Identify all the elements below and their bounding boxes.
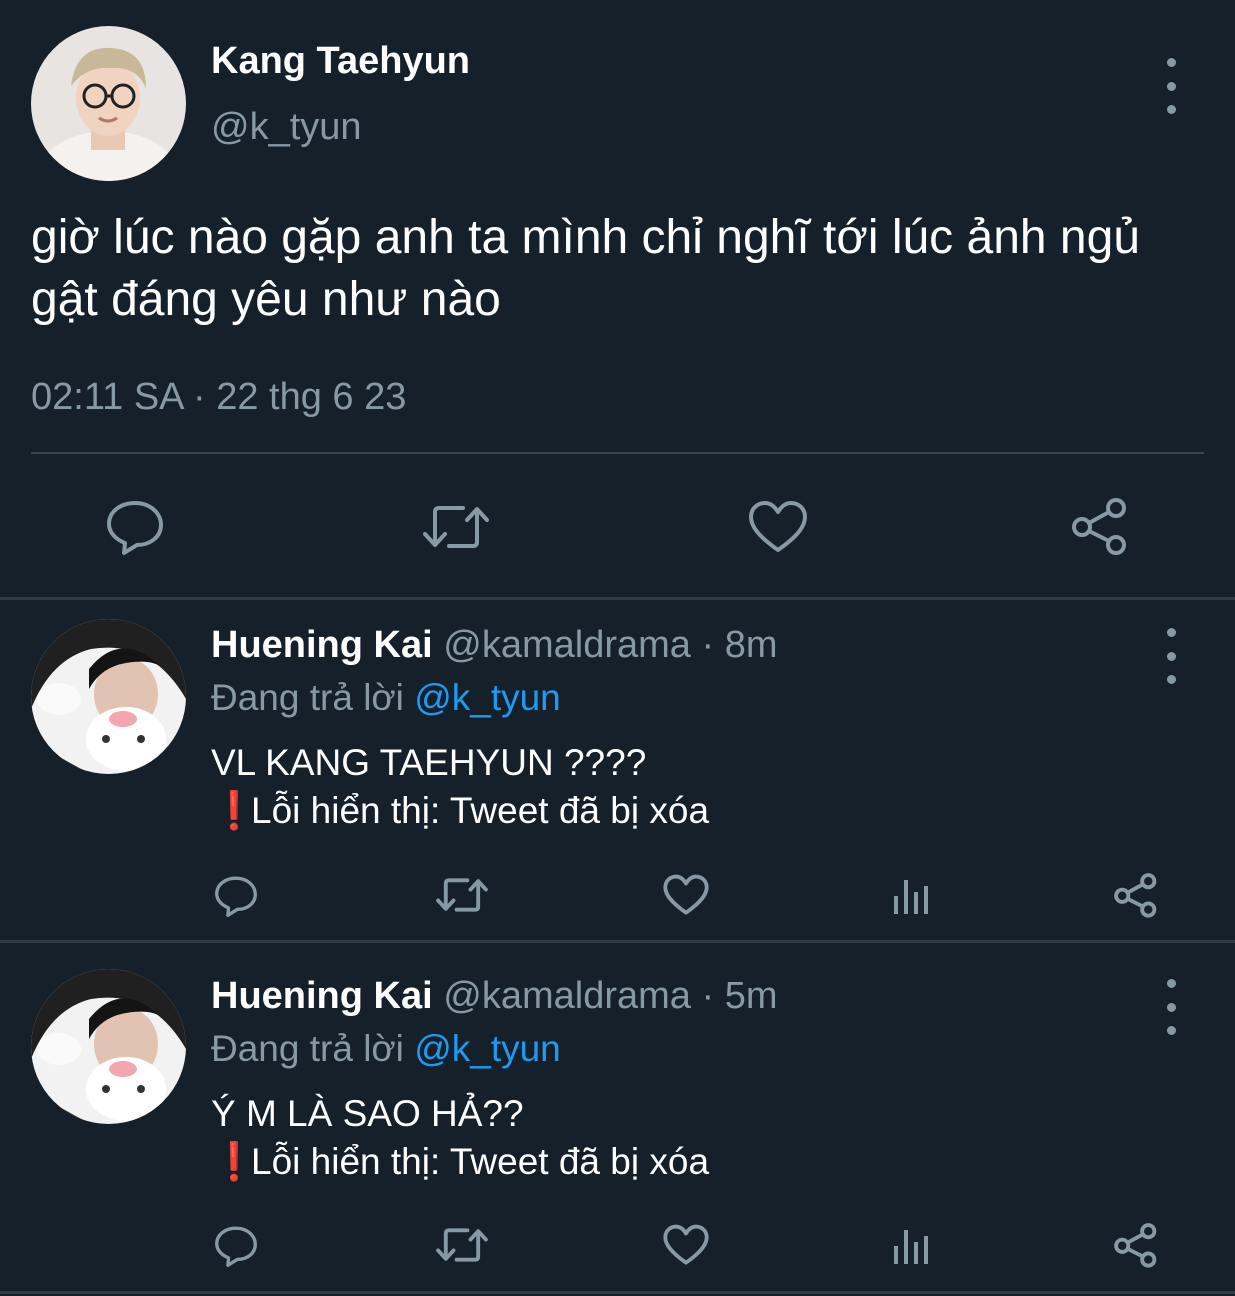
reply-author-name[interactable]: Huening Kai [211,624,433,666]
analytics-icon[interactable] [891,1226,931,1266]
reply-time[interactable]: 8m [725,624,778,666]
reply-line: Ý M LÀ SAO HẢ?? [211,1093,524,1134]
tweet-timestamp[interactable]: 02:11 SA · 22 thg 6 23 [31,376,406,419]
divider [0,1291,1235,1294]
share-icon[interactable] [1070,496,1130,556]
more-options-icon[interactable] [1156,628,1186,684]
tweet-text: giờ lúc nào gặp anh ta mình chỉ nghĩ tới… [31,211,1141,326]
reply-icon[interactable] [213,873,259,919]
reply-time[interactable]: 5m [725,975,778,1017]
replying-to: Đang trả lời @k_tyun [211,677,561,719]
mention-link[interactable]: @k_tyun [414,677,561,718]
like-icon[interactable] [663,874,709,916]
reply-icon[interactable] [213,1223,259,1269]
author-handle[interactable]: @k_tyun [211,106,362,149]
reply-line: VL KANG TAEHYUN ???? [211,742,647,783]
reply-author-name[interactable]: Huening Kai [211,975,433,1017]
more-options-icon[interactable] [1156,58,1186,114]
reply-author-handle[interactable]: @kamaldrama [443,624,691,666]
retweet-icon[interactable] [421,500,491,554]
divider [31,452,1204,454]
retweet-icon[interactable] [435,1224,489,1266]
replying-to: Đang trả lời @k_tyun [211,1028,561,1070]
share-icon[interactable] [1113,1222,1159,1268]
exclamation-icon: ❗ [211,1141,258,1182]
retweet-icon[interactable] [435,874,489,916]
author-name[interactable]: Kang Taehyun [211,40,470,83]
reply-icon[interactable] [104,497,166,557]
reply-author-handle[interactable]: @kamaldrama [443,975,691,1017]
like-icon[interactable] [748,500,808,554]
author-avatar[interactable] [31,26,186,181]
share-icon[interactable] [1113,872,1159,918]
reply-text: VL KANG TAEHYUN ???? ❗Lỗi hiển thị: Twee… [211,739,709,835]
divider [0,940,1235,943]
like-icon[interactable] [663,1224,709,1266]
reply-error-text: Lỗi hiển thị: Tweet đã bị xóa [251,790,710,831]
reply-avatar[interactable] [31,969,186,1124]
separator: · [690,624,725,666]
more-options-icon[interactable] [1156,979,1186,1035]
reply-error-text: Lỗi hiển thị: Tweet đã bị xóa [251,1141,710,1182]
divider [0,597,1235,600]
exclamation-icon: ❗ [211,790,258,831]
replying-to-label: Đang trả lời [211,1028,415,1069]
replying-to-label: Đang trả lời [211,677,415,718]
reply-header: Huening Kai @kamaldrama · 5m [211,975,777,1018]
separator: · [690,975,725,1017]
analytics-icon[interactable] [891,876,931,916]
reply-header: Huening Kai @kamaldrama · 8m [211,624,777,667]
reply-text: Ý M LÀ SAO HẢ?? ❗Lỗi hiển thị: Tweet đã … [211,1090,709,1186]
mention-link[interactable]: @k_tyun [414,1028,561,1069]
reply-avatar[interactable] [31,619,186,774]
